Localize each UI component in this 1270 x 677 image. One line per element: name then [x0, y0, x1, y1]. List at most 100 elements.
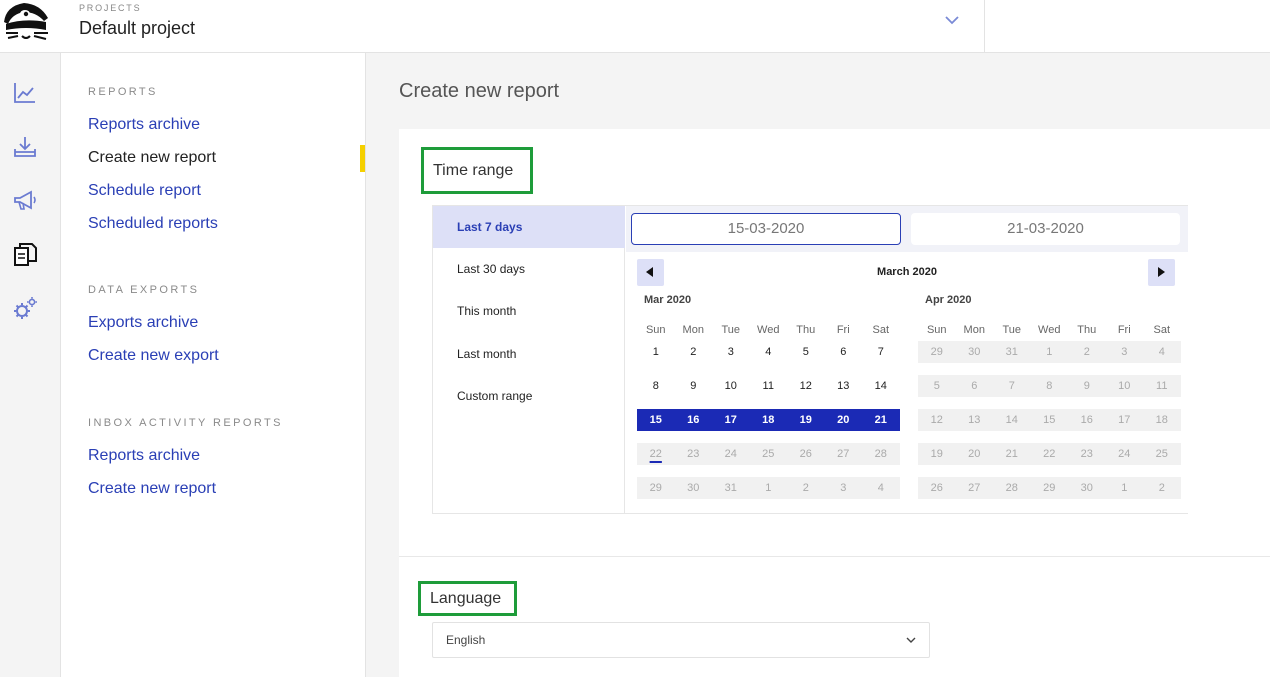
calendar-day[interactable]: 11: [750, 375, 788, 397]
calendar-day[interactable]: 3: [1105, 341, 1143, 363]
calendar-day[interactable]: 6: [955, 375, 993, 397]
calendar-day[interactable]: 11: [1143, 375, 1181, 397]
sidebar-link-schedule-report[interactable]: Schedule report: [88, 182, 201, 200]
calendar-day[interactable]: 30: [955, 341, 993, 363]
calendar-day[interactable]: 16: [1068, 409, 1106, 431]
sidebar-link-create-new-report[interactable]: Create new report: [88, 149, 216, 167]
calendar-day[interactable]: 23: [1068, 443, 1106, 465]
calendar-day[interactable]: 1: [749, 477, 787, 499]
calendar-day[interactable]: 27: [955, 477, 993, 499]
calendar-day[interactable]: 24: [712, 443, 750, 465]
calendar-day[interactable]: 8: [1030, 375, 1068, 397]
calendar-day[interactable]: 2: [675, 341, 713, 363]
sidebar-link-exports-archive[interactable]: Exports archive: [88, 314, 198, 332]
preset-last-month[interactable]: Last month: [433, 333, 625, 375]
project-switcher[interactable]: PROJECTS Default project: [61, 0, 985, 52]
calendar-day[interactable]: 13: [825, 375, 863, 397]
calendar-day[interactable]: 28: [993, 477, 1031, 499]
weekday-header: Mon: [682, 324, 704, 336]
calendar-day[interactable]: 14: [993, 409, 1031, 431]
end-date-input[interactable]: 21-03-2020: [911, 213, 1180, 245]
calendar-day[interactable]: 21: [993, 443, 1031, 465]
documents-icon[interactable]: [12, 242, 38, 268]
line-chart-icon[interactable]: [12, 80, 38, 106]
megaphone-icon[interactable]: [12, 188, 38, 214]
calendar-day[interactable]: 22: [637, 443, 675, 465]
calendar-day[interactable]: 1: [1030, 341, 1068, 363]
calendar-day[interactable]: 29: [918, 341, 956, 363]
calendar-day[interactable]: 13: [955, 409, 993, 431]
calendar-day[interactable]: 20: [955, 443, 993, 465]
sidebar-link-scheduled-reports[interactable]: Scheduled reports: [88, 215, 218, 233]
calendar-day[interactable]: 22: [1030, 443, 1068, 465]
calendar-day[interactable]: 9: [1068, 375, 1106, 397]
calendar-day[interactable]: 3: [824, 477, 862, 499]
weekday-header: Fri: [1117, 324, 1131, 336]
weekday-header: Sun: [926, 324, 947, 336]
calendar-day[interactable]: 31: [712, 477, 750, 499]
language-select-value: English: [446, 633, 486, 647]
calendar-day[interactable]: 6: [825, 341, 863, 363]
calendar-day[interactable]: 15: [1030, 409, 1068, 431]
preset-last-7-days[interactable]: Last 7 days: [433, 206, 625, 248]
calendar-day[interactable]: 19: [918, 443, 956, 465]
calendar-day[interactable]: 20: [824, 409, 862, 431]
calendar-day[interactable]: 30: [1068, 477, 1106, 499]
calendar-day[interactable]: 16: [674, 409, 712, 431]
calendar-day[interactable]: 29: [1030, 477, 1068, 499]
calendar-day[interactable]: 31: [993, 341, 1031, 363]
calendar-day[interactable]: 25: [1143, 443, 1181, 465]
calendar-day[interactable]: 27: [824, 443, 862, 465]
calendar-day[interactable]: 28: [862, 443, 900, 465]
sidebar-link-inbox-create-new-report[interactable]: Create new report: [88, 480, 216, 498]
calendar-day[interactable]: 17: [1105, 409, 1143, 431]
calendar-day[interactable]: 21: [862, 409, 900, 431]
calendar-day[interactable]: 17: [712, 409, 750, 431]
calendar-day[interactable]: 30: [674, 477, 712, 499]
calendar-day[interactable]: 26: [918, 477, 956, 499]
calendar-day[interactable]: 2: [787, 477, 825, 499]
calendar-day[interactable]: 1: [637, 341, 675, 363]
calendar-day[interactable]: 12: [787, 375, 825, 397]
calendar-day[interactable]: 18: [1143, 409, 1181, 431]
calendar-day[interactable]: 4: [1143, 341, 1181, 363]
calendar-day[interactable]: 29: [637, 477, 675, 499]
calendar-day[interactable]: 4: [862, 477, 900, 499]
preset-this-month[interactable]: This month: [433, 290, 625, 332]
calendar-day[interactable]: 18: [749, 409, 787, 431]
calendar-day[interactable]: 23: [674, 443, 712, 465]
calendar-day[interactable]: 25: [749, 443, 787, 465]
chevron-down-icon[interactable]: [943, 11, 961, 29]
sidebar-link-reports-archive[interactable]: Reports archive: [88, 116, 200, 134]
preset-last-30-days[interactable]: Last 30 days: [433, 248, 625, 290]
calendar-day[interactable]: 9: [675, 375, 713, 397]
sidebar-link-inbox-reports-archive[interactable]: Reports archive: [88, 447, 200, 465]
icon-rail: [0, 53, 61, 677]
calendar-day[interactable]: 2: [1068, 341, 1106, 363]
calendar-day[interactable]: 26: [787, 443, 825, 465]
calendar-day[interactable]: 10: [1105, 375, 1143, 397]
calendar-day[interactable]: 8: [637, 375, 675, 397]
calendar-day[interactable]: 5: [787, 341, 825, 363]
calendar-day[interactable]: 3: [712, 341, 750, 363]
calendar-day[interactable]: 12: [918, 409, 956, 431]
calendar-day[interactable]: 14: [862, 375, 900, 397]
calendar-day[interactable]: 24: [1105, 443, 1143, 465]
calendar-day[interactable]: 2: [1143, 477, 1181, 499]
calendar-day[interactable]: 5: [918, 375, 956, 397]
calendar-day[interactable]: 19: [787, 409, 825, 431]
logo-icon[interactable]: [0, 0, 56, 48]
download-tray-icon[interactable]: [12, 134, 38, 160]
calendar-day[interactable]: 10: [712, 375, 750, 397]
calendar-day[interactable]: 15: [637, 409, 675, 431]
calendar-day[interactable]: 4: [750, 341, 788, 363]
sidebar-link-create-new-export[interactable]: Create new export: [88, 347, 219, 365]
calendar-day[interactable]: 7: [993, 375, 1031, 397]
settings-gears-icon[interactable]: [12, 296, 38, 322]
language-select[interactable]: English: [432, 622, 930, 658]
start-date-input[interactable]: 15-03-2020: [631, 213, 901, 245]
preset-custom-range[interactable]: Custom range: [433, 375, 625, 417]
calendar-day[interactable]: 7: [862, 341, 900, 363]
calendar-day[interactable]: 1: [1105, 477, 1143, 499]
next-month-button[interactable]: [1148, 259, 1175, 286]
